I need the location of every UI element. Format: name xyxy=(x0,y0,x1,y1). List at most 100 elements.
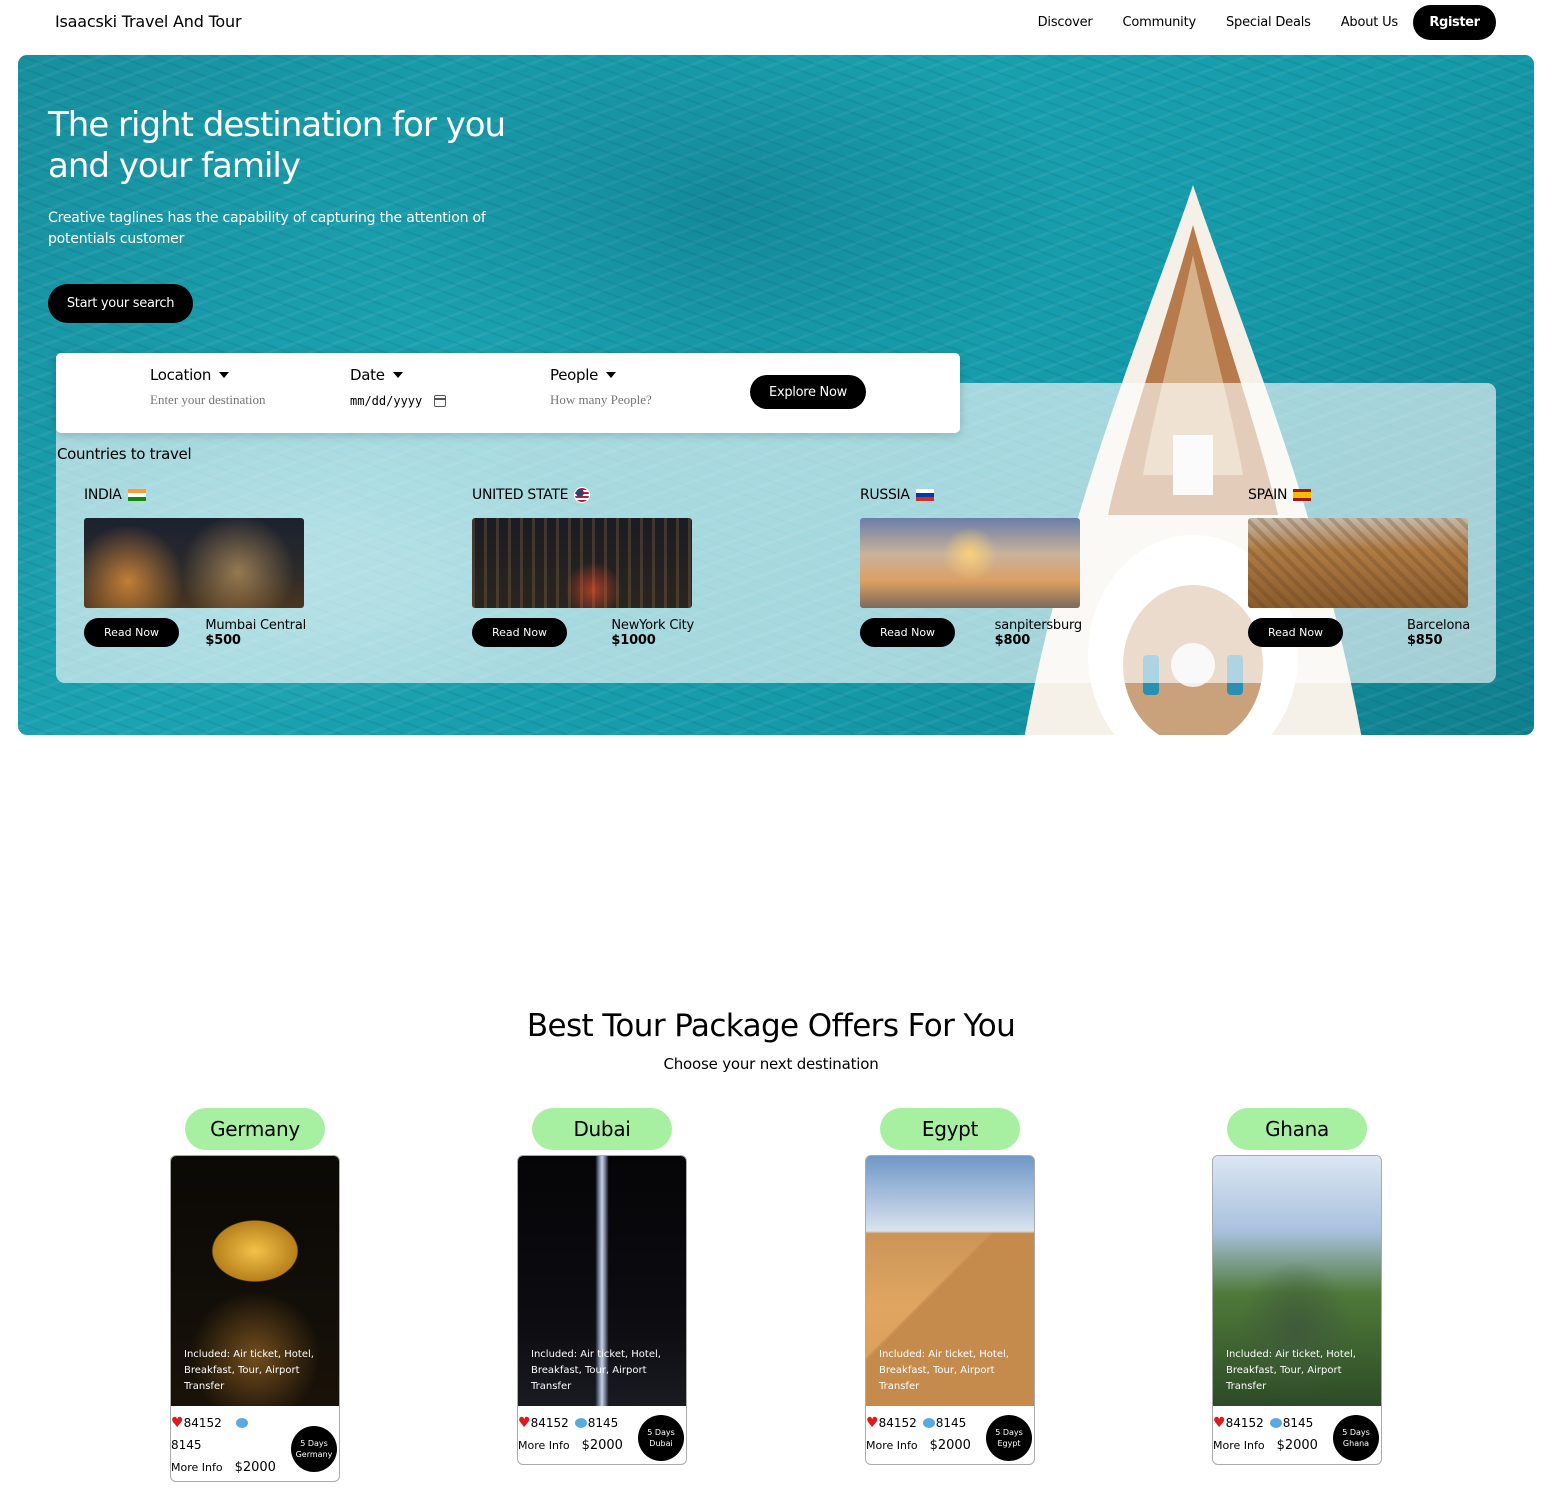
city-name: Barcelona xyxy=(1406,618,1470,633)
package-card-dubai: Dubai Included: Air ticket, Hotel, Break… xyxy=(517,1108,717,1465)
country-image[interactable] xyxy=(84,518,304,608)
people-field: People xyxy=(550,366,720,408)
country-image[interactable] xyxy=(1248,518,1468,608)
country-label: RUSSIA xyxy=(860,487,910,503)
days-badge: 5 Days Dubai xyxy=(638,1415,684,1461)
nav-link-special-deals[interactable]: Special Deals xyxy=(1226,15,1311,30)
heart-icon[interactable]: ♥ xyxy=(866,1416,879,1430)
more-info-link[interactable]: More Info xyxy=(866,1439,918,1452)
more-info-link[interactable]: More Info xyxy=(1213,1439,1265,1452)
city-info: Mumbai Central $500 xyxy=(205,618,306,648)
location-field: Location xyxy=(150,366,320,408)
date-dropdown[interactable]: Date xyxy=(350,366,446,384)
package-included: Included: Air ticket, Hotel, Breakfast, … xyxy=(184,1349,314,1392)
city-price: $500 xyxy=(205,633,241,648)
package-name-pill[interactable]: Egypt xyxy=(880,1108,1020,1150)
likes-count: 84152 xyxy=(1225,1416,1264,1430)
start-search-button[interactable]: Start your search xyxy=(48,284,193,323)
likes-count: 84152 xyxy=(530,1416,569,1430)
city-name: Mumbai Central xyxy=(205,618,306,633)
calendar-icon[interactable] xyxy=(434,395,447,407)
package-image[interactable]: Included: Air ticket, Hotel, Breakfast, … xyxy=(866,1156,1034,1406)
package-price: $2000 xyxy=(929,1438,971,1453)
package-image[interactable]: Included: Air ticket, Hotel, Breakfast, … xyxy=(518,1156,686,1406)
heart-icon[interactable]: ♥ xyxy=(171,1416,184,1430)
people-dropdown[interactable]: People xyxy=(550,366,720,384)
hero-tagline: Creative taglines has the capability of … xyxy=(48,210,486,247)
package-image[interactable]: Included: Air ticket, Hotel, Breakfast, … xyxy=(171,1156,339,1406)
read-now-button[interactable]: Read Now xyxy=(1248,618,1343,647)
country-label: UNITED STATE xyxy=(472,487,569,503)
heart-icon[interactable]: ♥ xyxy=(518,1416,531,1430)
package-stats: ♥ 84152 8145 xyxy=(171,1416,281,1452)
packages-subtitle: Choose your next destination xyxy=(663,1055,879,1073)
people-input[interactable] xyxy=(550,392,720,408)
date-field: Date mm/dd/yyyy xyxy=(350,366,447,408)
caret-down-icon xyxy=(606,372,617,378)
comment-icon[interactable] xyxy=(1269,1418,1282,1428)
read-now-button[interactable]: Read Now xyxy=(472,618,567,647)
more-info-link[interactable]: More Info xyxy=(518,1439,570,1452)
likes-count: 84152 xyxy=(183,1416,222,1430)
badge-place: Ghana xyxy=(1342,1439,1370,1448)
caret-down-icon xyxy=(219,372,230,378)
more-info-link[interactable]: More Info xyxy=(171,1461,223,1474)
caret-down-icon xyxy=(392,372,403,378)
package-card: Included: Air ticket, Hotel, Breakfast, … xyxy=(1212,1155,1382,1465)
package-name-pill[interactable]: Ghana xyxy=(1227,1108,1367,1150)
nav-link-about-us[interactable]: About Us xyxy=(1341,15,1398,30)
read-now-button[interactable]: Read Now xyxy=(860,618,955,647)
russia-flag-icon xyxy=(915,489,934,501)
country-card-india: INDIA Read Now Mumbai Central $500 xyxy=(84,485,306,648)
comment-icon[interactable] xyxy=(922,1418,935,1428)
country-name: RUSSIA xyxy=(860,485,1082,505)
days-count: 5 Days xyxy=(1342,1428,1370,1437)
register-button[interactable]: Rgister xyxy=(1413,5,1496,40)
packages-title: Best Tour Package Offers For You xyxy=(526,1008,1016,1044)
country-footer: Read Now Mumbai Central $500 xyxy=(84,618,306,648)
heart-icon[interactable]: ♥ xyxy=(1213,1416,1226,1430)
days-badge: 5 Days Egypt xyxy=(986,1415,1032,1461)
date-input[interactable]: mm/dd/yyyy xyxy=(350,394,447,408)
package-image[interactable]: Included: Air ticket, Hotel, Breakfast, … xyxy=(1213,1156,1381,1406)
days-count: 5 Days xyxy=(647,1428,675,1437)
city-name: sanpitersburg xyxy=(994,618,1083,633)
read-now-button[interactable]: Read Now xyxy=(84,618,179,647)
package-footer: ♥ 84152 8145 More Info $2000 5 Days Germ… xyxy=(171,1406,339,1481)
search-bar: Location Date mm/dd/yyyy People Explore … xyxy=(56,353,960,433)
city-name: NewYork City xyxy=(611,618,694,633)
days-badge: 5 Days Germany xyxy=(291,1426,337,1472)
package-price: $2000 xyxy=(1276,1438,1318,1453)
country-card-spain: SPAIN Read Now Barcelona $850 xyxy=(1248,485,1470,648)
comments-count: 8145 xyxy=(1282,1416,1314,1430)
country-footer: Read Now Barcelona $850 xyxy=(1248,618,1470,648)
badge-place: Germany xyxy=(295,1450,333,1459)
likes-count: 84152 xyxy=(878,1416,917,1430)
country-label: SPAIN xyxy=(1248,487,1288,503)
country-image[interactable] xyxy=(860,518,1080,608)
nav-link-discover[interactable]: Discover xyxy=(1038,15,1093,30)
location-dropdown[interactable]: Location xyxy=(150,366,320,384)
spain-flag-icon xyxy=(1293,489,1312,501)
package-price: $2000 xyxy=(581,1438,623,1453)
nav-link-community[interactable]: Community xyxy=(1123,15,1197,30)
explore-now-button[interactable]: Explore Now xyxy=(750,375,866,409)
country-image[interactable] xyxy=(472,518,692,608)
location-input[interactable] xyxy=(150,392,320,408)
country-name: UNITED STATE xyxy=(472,485,694,505)
city-info: NewYork City $1000 xyxy=(611,618,694,648)
package-footer: ♥ 84152 8145 More Info $2000 5 Days Duba… xyxy=(518,1406,686,1464)
comment-icon[interactable] xyxy=(574,1418,587,1428)
country-name: INDIA xyxy=(84,485,306,505)
package-card-egypt: Egypt Included: Air ticket, Hotel, Break… xyxy=(865,1108,1065,1465)
country-card-russia: RUSSIA Read Now sanpitersburg $800 xyxy=(860,485,1082,648)
city-price: $1000 xyxy=(611,633,656,648)
comments-count: 8145 xyxy=(171,1438,202,1452)
package-card: Included: Air ticket, Hotel, Breakfast, … xyxy=(517,1155,687,1465)
comment-icon[interactable] xyxy=(235,1418,248,1428)
package-name-pill[interactable]: Germany xyxy=(185,1108,325,1150)
brand-name[interactable]: Isaacski Travel And Tour xyxy=(55,12,242,31)
package-name-pill[interactable]: Dubai xyxy=(532,1108,672,1150)
days-count: 5 Days xyxy=(995,1428,1023,1437)
country-footer: Read Now NewYork City $1000 xyxy=(472,618,694,648)
